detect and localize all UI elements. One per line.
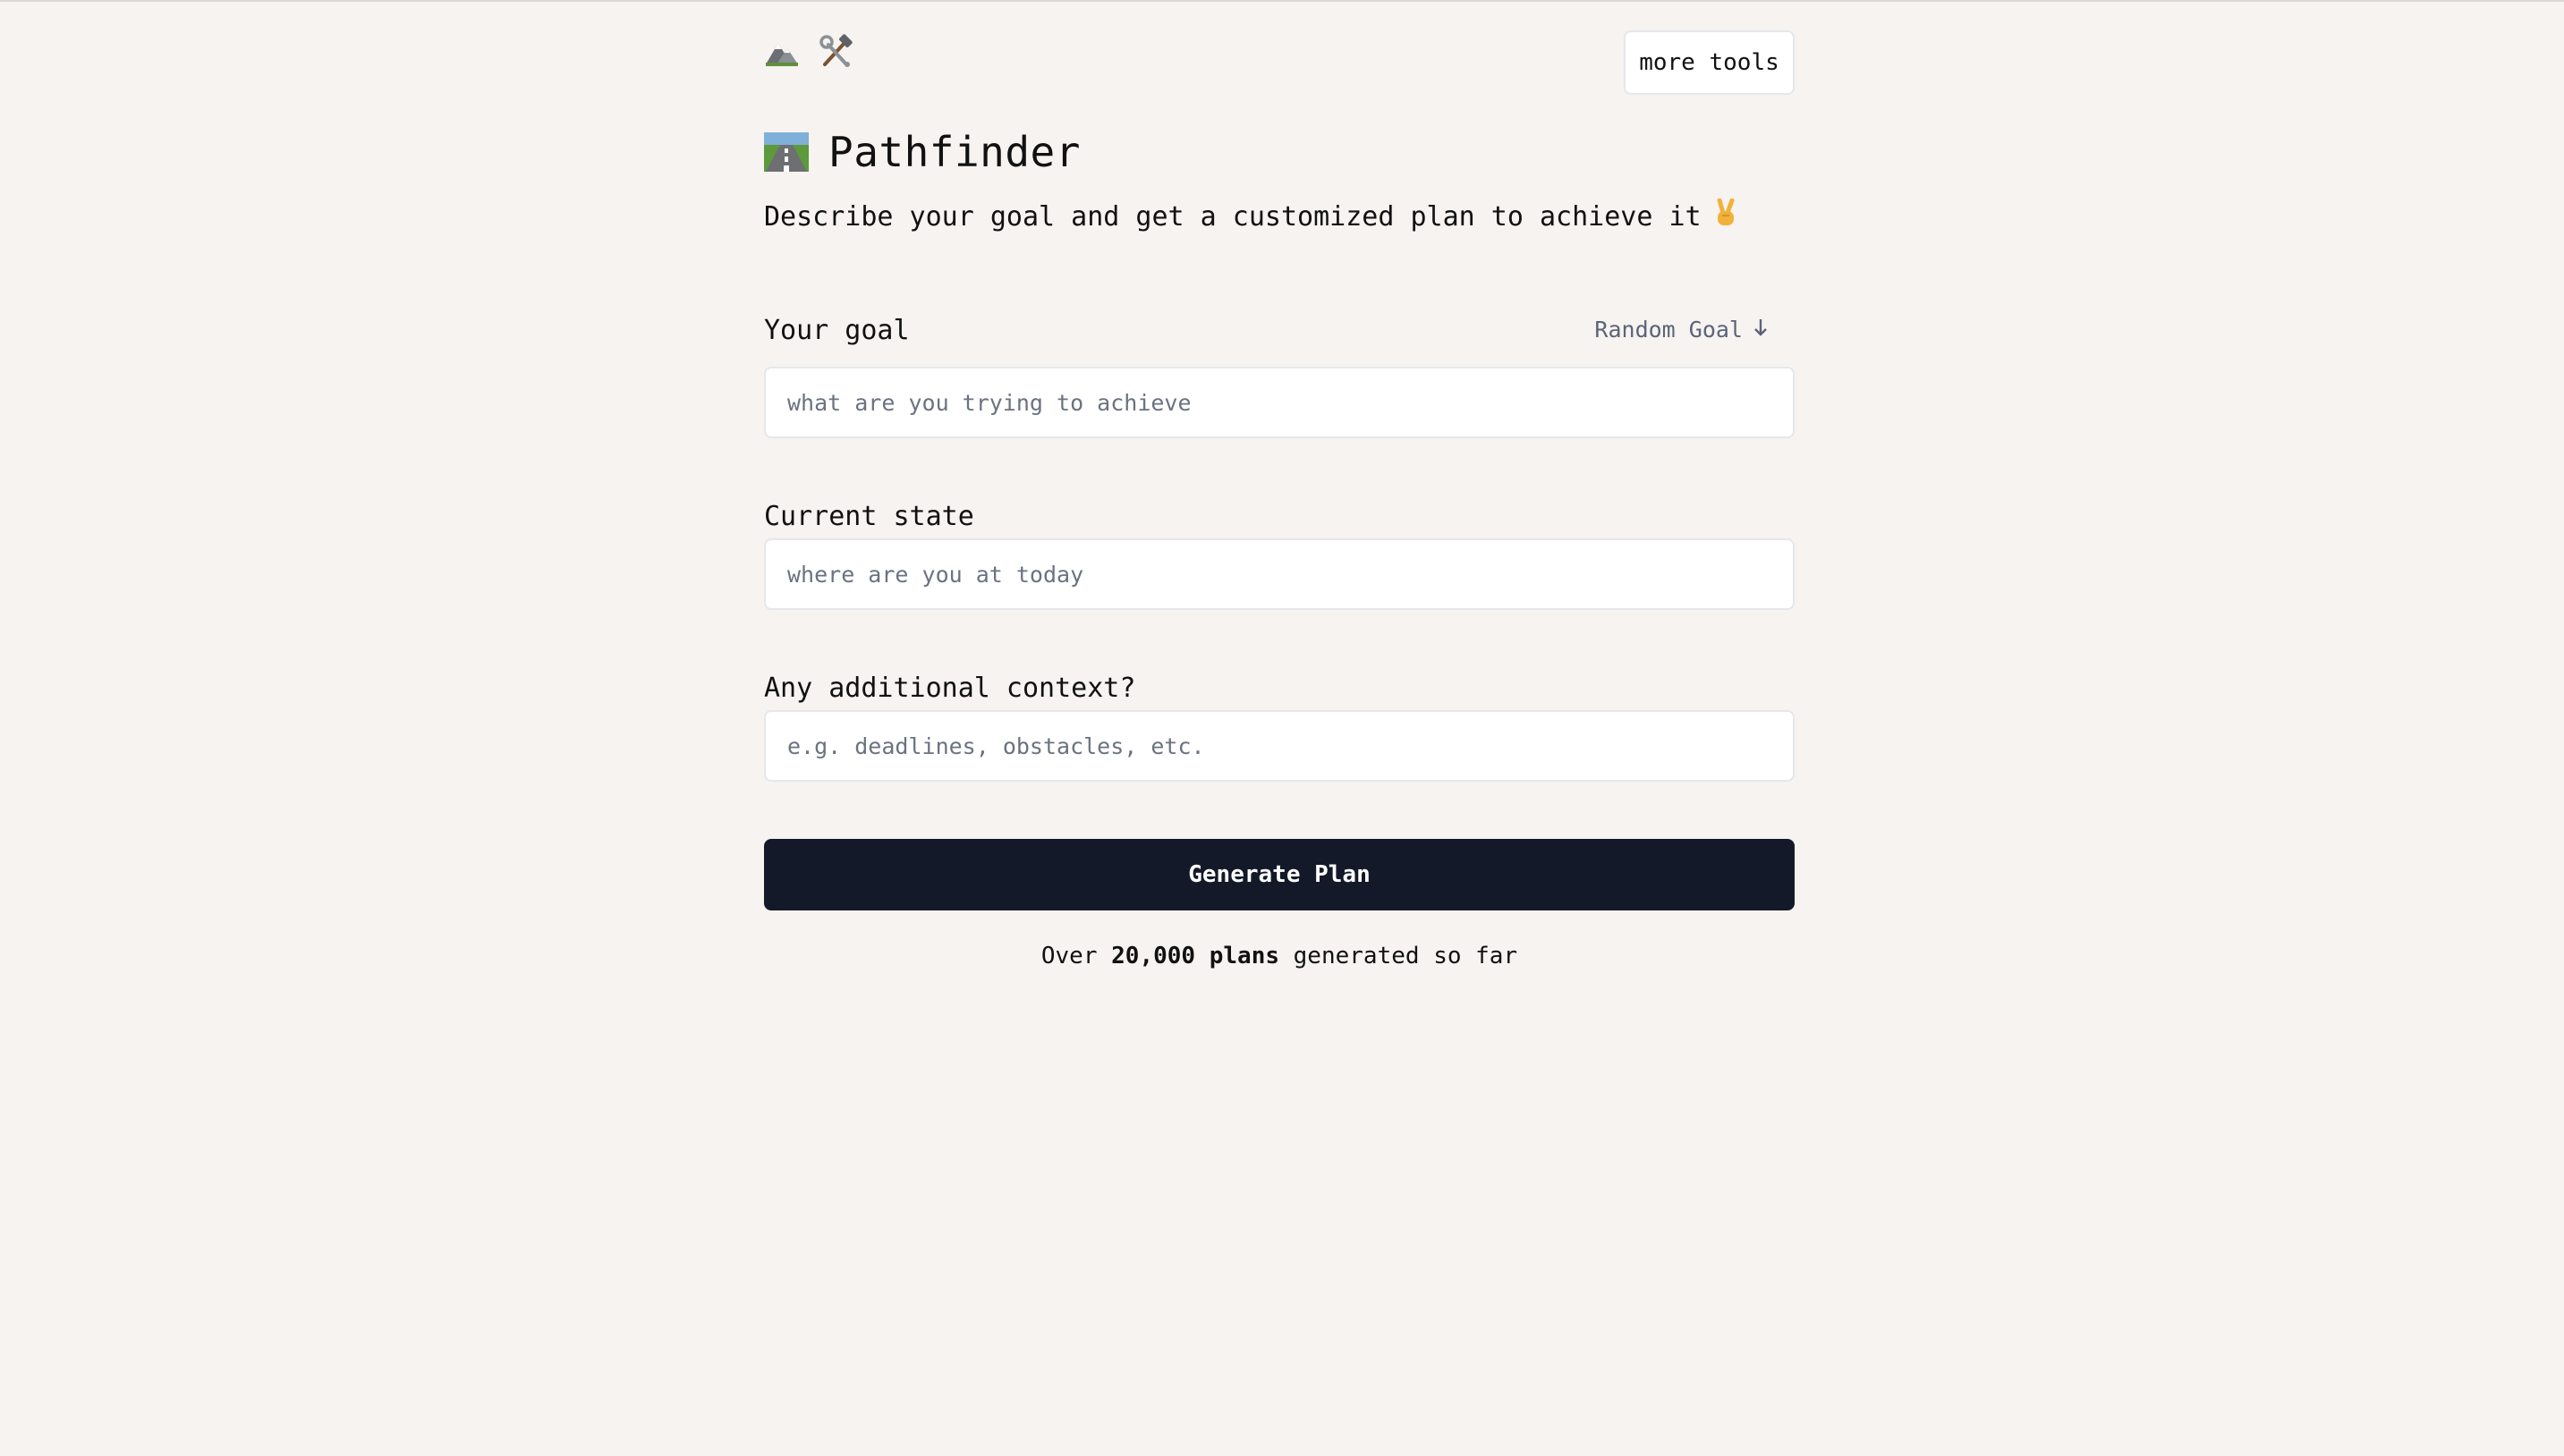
page-subtitle: Describe your goal and get a customized … <box>764 198 1737 234</box>
plans-count-text: Over 20,000 plans generated so far <box>764 943 1795 969</box>
random-goal-label: Random Goal <box>1594 317 1743 343</box>
victory-hand-icon <box>1714 198 1737 234</box>
top-border <box>0 0 2564 2</box>
arrow-down-icon <box>1753 317 1768 343</box>
subtitle-text: Describe your goal and get a customized … <box>764 200 1702 233</box>
goal-input[interactable] <box>764 367 1795 438</box>
road-icon <box>764 132 809 172</box>
logo-group <box>764 34 853 70</box>
mountain-icon[interactable] <box>764 34 800 70</box>
random-goal-button[interactable]: Random Goal <box>1594 317 1768 343</box>
context-input[interactable] <box>764 710 1795 782</box>
context-label: Any additional context? <box>764 673 1136 704</box>
hammer-wrench-icon[interactable] <box>818 34 853 70</box>
header: more tools <box>764 30 1795 95</box>
page-title: Pathfinder <box>828 128 1081 176</box>
more-tools-button[interactable]: more tools <box>1624 30 1795 95</box>
stats-count: 20,000 plans <box>1111 943 1279 969</box>
current-state-input[interactable] <box>764 538 1795 610</box>
stats-suffix: generated so far <box>1293 943 1518 969</box>
generate-plan-button[interactable]: Generate Plan <box>764 839 1795 910</box>
current-state-label: Current state <box>764 501 974 532</box>
stats-prefix: Over <box>1040 943 1098 969</box>
title-row: Pathfinder <box>764 128 1081 176</box>
goal-label: Your goal <box>764 315 910 346</box>
